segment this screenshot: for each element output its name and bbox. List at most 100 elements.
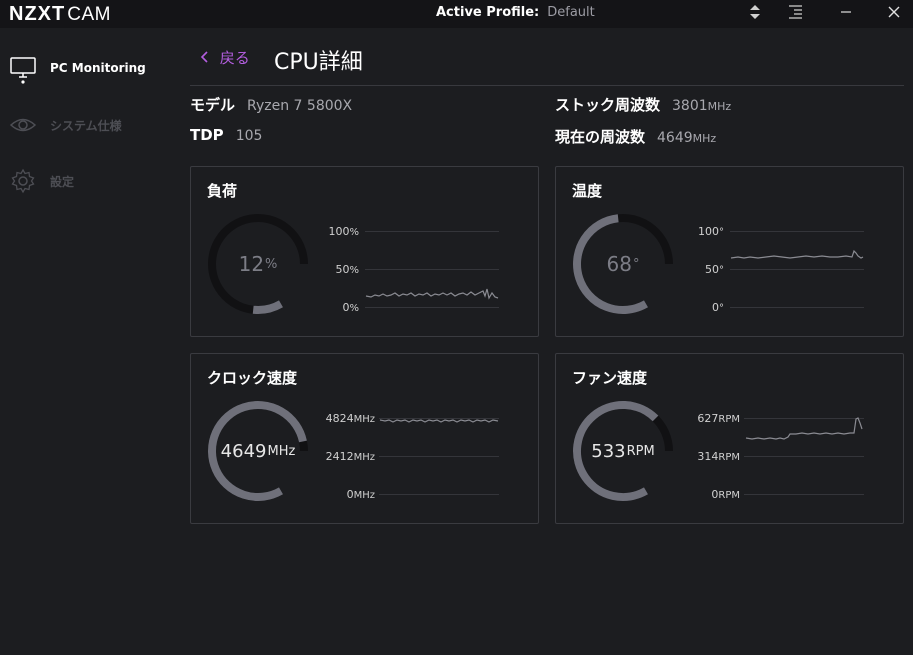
tick-number: 0 bbox=[712, 301, 719, 314]
clock-history-graph bbox=[379, 418, 499, 495]
spec-model-value: Ryzen 7 5800X bbox=[247, 98, 353, 114]
y-tick-bottom: 0RPM bbox=[674, 488, 740, 501]
tick-number: 4824 bbox=[325, 412, 354, 425]
spec-model-label: モデル bbox=[190, 96, 236, 114]
gauge-number: 4649 bbox=[220, 440, 267, 462]
y-tick-mid: 314RPM bbox=[674, 450, 740, 463]
menu-icon[interactable] bbox=[787, 3, 803, 25]
spec-stock-number: 3801 bbox=[672, 98, 708, 114]
gauge-number: 533 bbox=[591, 440, 626, 462]
spec-stock-frequency: ストック周波数 3801MHz bbox=[555, 94, 731, 115]
title-bar: NZXT CAM Active Profile: Default bbox=[0, 0, 913, 28]
tick-number: 0 bbox=[346, 488, 354, 501]
tick-unit: RPM bbox=[718, 414, 740, 425]
minimize-icon[interactable] bbox=[838, 3, 854, 25]
tick-unit: RPM bbox=[718, 452, 740, 463]
tick-unit: MHz bbox=[353, 490, 375, 501]
y-tick-top: 4824MHz bbox=[309, 412, 375, 425]
sidebar-item-system-specs[interactable]: システム仕様 bbox=[0, 106, 175, 146]
gauge-unit: % bbox=[265, 256, 278, 272]
y-tick-top: 100° bbox=[684, 225, 724, 238]
tick-unit: MHz bbox=[353, 452, 375, 463]
spec-current-unit: MHz bbox=[692, 132, 717, 145]
logo-brand: NZXT bbox=[9, 3, 66, 25]
tick-unit: % bbox=[349, 227, 359, 238]
fan-history-graph bbox=[744, 417, 864, 495]
active-profile[interactable]: Active Profile: Default bbox=[436, 5, 595, 20]
spec-current-frequency: 現在の周波数 4649MHz bbox=[555, 126, 716, 147]
y-tick-bottom: 0MHz bbox=[309, 488, 375, 501]
gauge-number: 12 bbox=[238, 252, 265, 276]
spec-tdp-label: TDP bbox=[190, 126, 224, 144]
sidebar-item-settings[interactable]: 設定 bbox=[0, 162, 175, 202]
card-temperature: 温度 68 ° 100° 50° 0° bbox=[555, 166, 904, 337]
sidebar-item-label: システム仕様 bbox=[50, 119, 122, 133]
sidebar-item-label: PC Monitoring bbox=[50, 61, 146, 75]
tick-number: 100 bbox=[328, 225, 350, 238]
header-divider bbox=[190, 85, 904, 86]
spec-current-value: 4649MHz bbox=[657, 130, 716, 146]
tick-unit: ° bbox=[719, 303, 724, 314]
card-title: 温度 bbox=[572, 182, 603, 200]
tick-number: 100 bbox=[698, 225, 719, 238]
tick-number: 50 bbox=[705, 263, 719, 276]
y-tick-top: 627RPM bbox=[674, 412, 740, 425]
page-title: CPU詳細 bbox=[274, 50, 363, 75]
y-tick-bottom: 0° bbox=[684, 301, 724, 314]
card-title: クロック速度 bbox=[207, 369, 298, 387]
spec-stock-label: ストック周波数 bbox=[555, 96, 661, 114]
gauge-unit: MHz bbox=[267, 443, 296, 459]
sidebar-item-pc-monitoring[interactable]: PC Monitoring bbox=[0, 50, 175, 90]
gauge-unit: RPM bbox=[626, 443, 655, 459]
card-title: 負荷 bbox=[207, 182, 238, 200]
active-profile-label: Active Profile: bbox=[436, 5, 540, 20]
spec-current-number: 4649 bbox=[657, 130, 693, 146]
spec-current-label: 現在の周波数 bbox=[555, 128, 646, 146]
tick-unit: MHz bbox=[353, 414, 375, 425]
tick-number: 314 bbox=[697, 450, 719, 463]
sidebar-item-label: 設定 bbox=[50, 175, 75, 189]
temperature-gauge-value: 68 ° bbox=[570, 211, 676, 317]
gauge-number: 68 bbox=[606, 252, 632, 276]
nzxt-cam-logo: NZXT CAM bbox=[9, 3, 111, 26]
spec-stock-unit: MHz bbox=[707, 100, 732, 113]
tick-unit: ° bbox=[719, 227, 724, 238]
tick-number: 627 bbox=[697, 412, 719, 425]
y-tick-mid: 2412MHz bbox=[309, 450, 375, 463]
card-title: ファン速度 bbox=[572, 369, 648, 387]
gauge-unit: ° bbox=[632, 256, 640, 272]
sidebar: PC Monitoring システム仕様 設定 bbox=[0, 28, 175, 655]
fan-gauge-value: 533 RPM bbox=[570, 398, 676, 504]
spec-stock-value: 3801MHz bbox=[672, 98, 731, 114]
spec-tdp: TDP 105 bbox=[190, 126, 262, 144]
tick-unit: % bbox=[349, 265, 359, 276]
y-tick-top: 100% bbox=[321, 225, 359, 238]
spec-model: モデル Ryzen 7 5800X bbox=[190, 94, 352, 115]
clock-gauge-value: 4649 MHz bbox=[205, 398, 311, 504]
y-tick-mid: 50° bbox=[684, 263, 724, 276]
logo-product: CAM bbox=[67, 4, 111, 25]
tick-number: 2412 bbox=[325, 450, 354, 463]
monitor-icon bbox=[10, 56, 36, 84]
card-fan-speed: ファン速度 533 RPM 627RPM 314RPM 0RPM bbox=[555, 353, 904, 524]
close-icon[interactable] bbox=[886, 3, 902, 25]
spec-tdp-value: 105 bbox=[235, 128, 263, 144]
card-clock-speed: クロック速度 4649 MHz 4824MHz 2412MHz 0MHz bbox=[190, 353, 539, 524]
chevron-left-icon bbox=[199, 49, 214, 67]
gear-icon bbox=[10, 168, 36, 194]
active-profile-value[interactable]: Default bbox=[547, 5, 595, 20]
profile-switch-icon[interactable] bbox=[748, 3, 762, 25]
load-history-graph bbox=[365, 231, 499, 308]
y-tick-bottom: 0% bbox=[321, 301, 359, 314]
back-button[interactable]: 戻る bbox=[199, 47, 250, 68]
card-load: 負荷 12% 100% 50% 0% bbox=[190, 166, 539, 337]
tick-unit: RPM bbox=[718, 490, 740, 501]
load-gauge-value: 12% bbox=[205, 211, 311, 317]
eye-icon bbox=[9, 112, 37, 138]
temperature-history-graph bbox=[730, 231, 864, 308]
tick-number: 50 bbox=[335, 263, 350, 276]
tick-unit: % bbox=[349, 303, 359, 314]
y-tick-mid: 50% bbox=[321, 263, 359, 276]
tick-unit: ° bbox=[719, 265, 724, 276]
back-label: 戻る bbox=[219, 49, 250, 67]
